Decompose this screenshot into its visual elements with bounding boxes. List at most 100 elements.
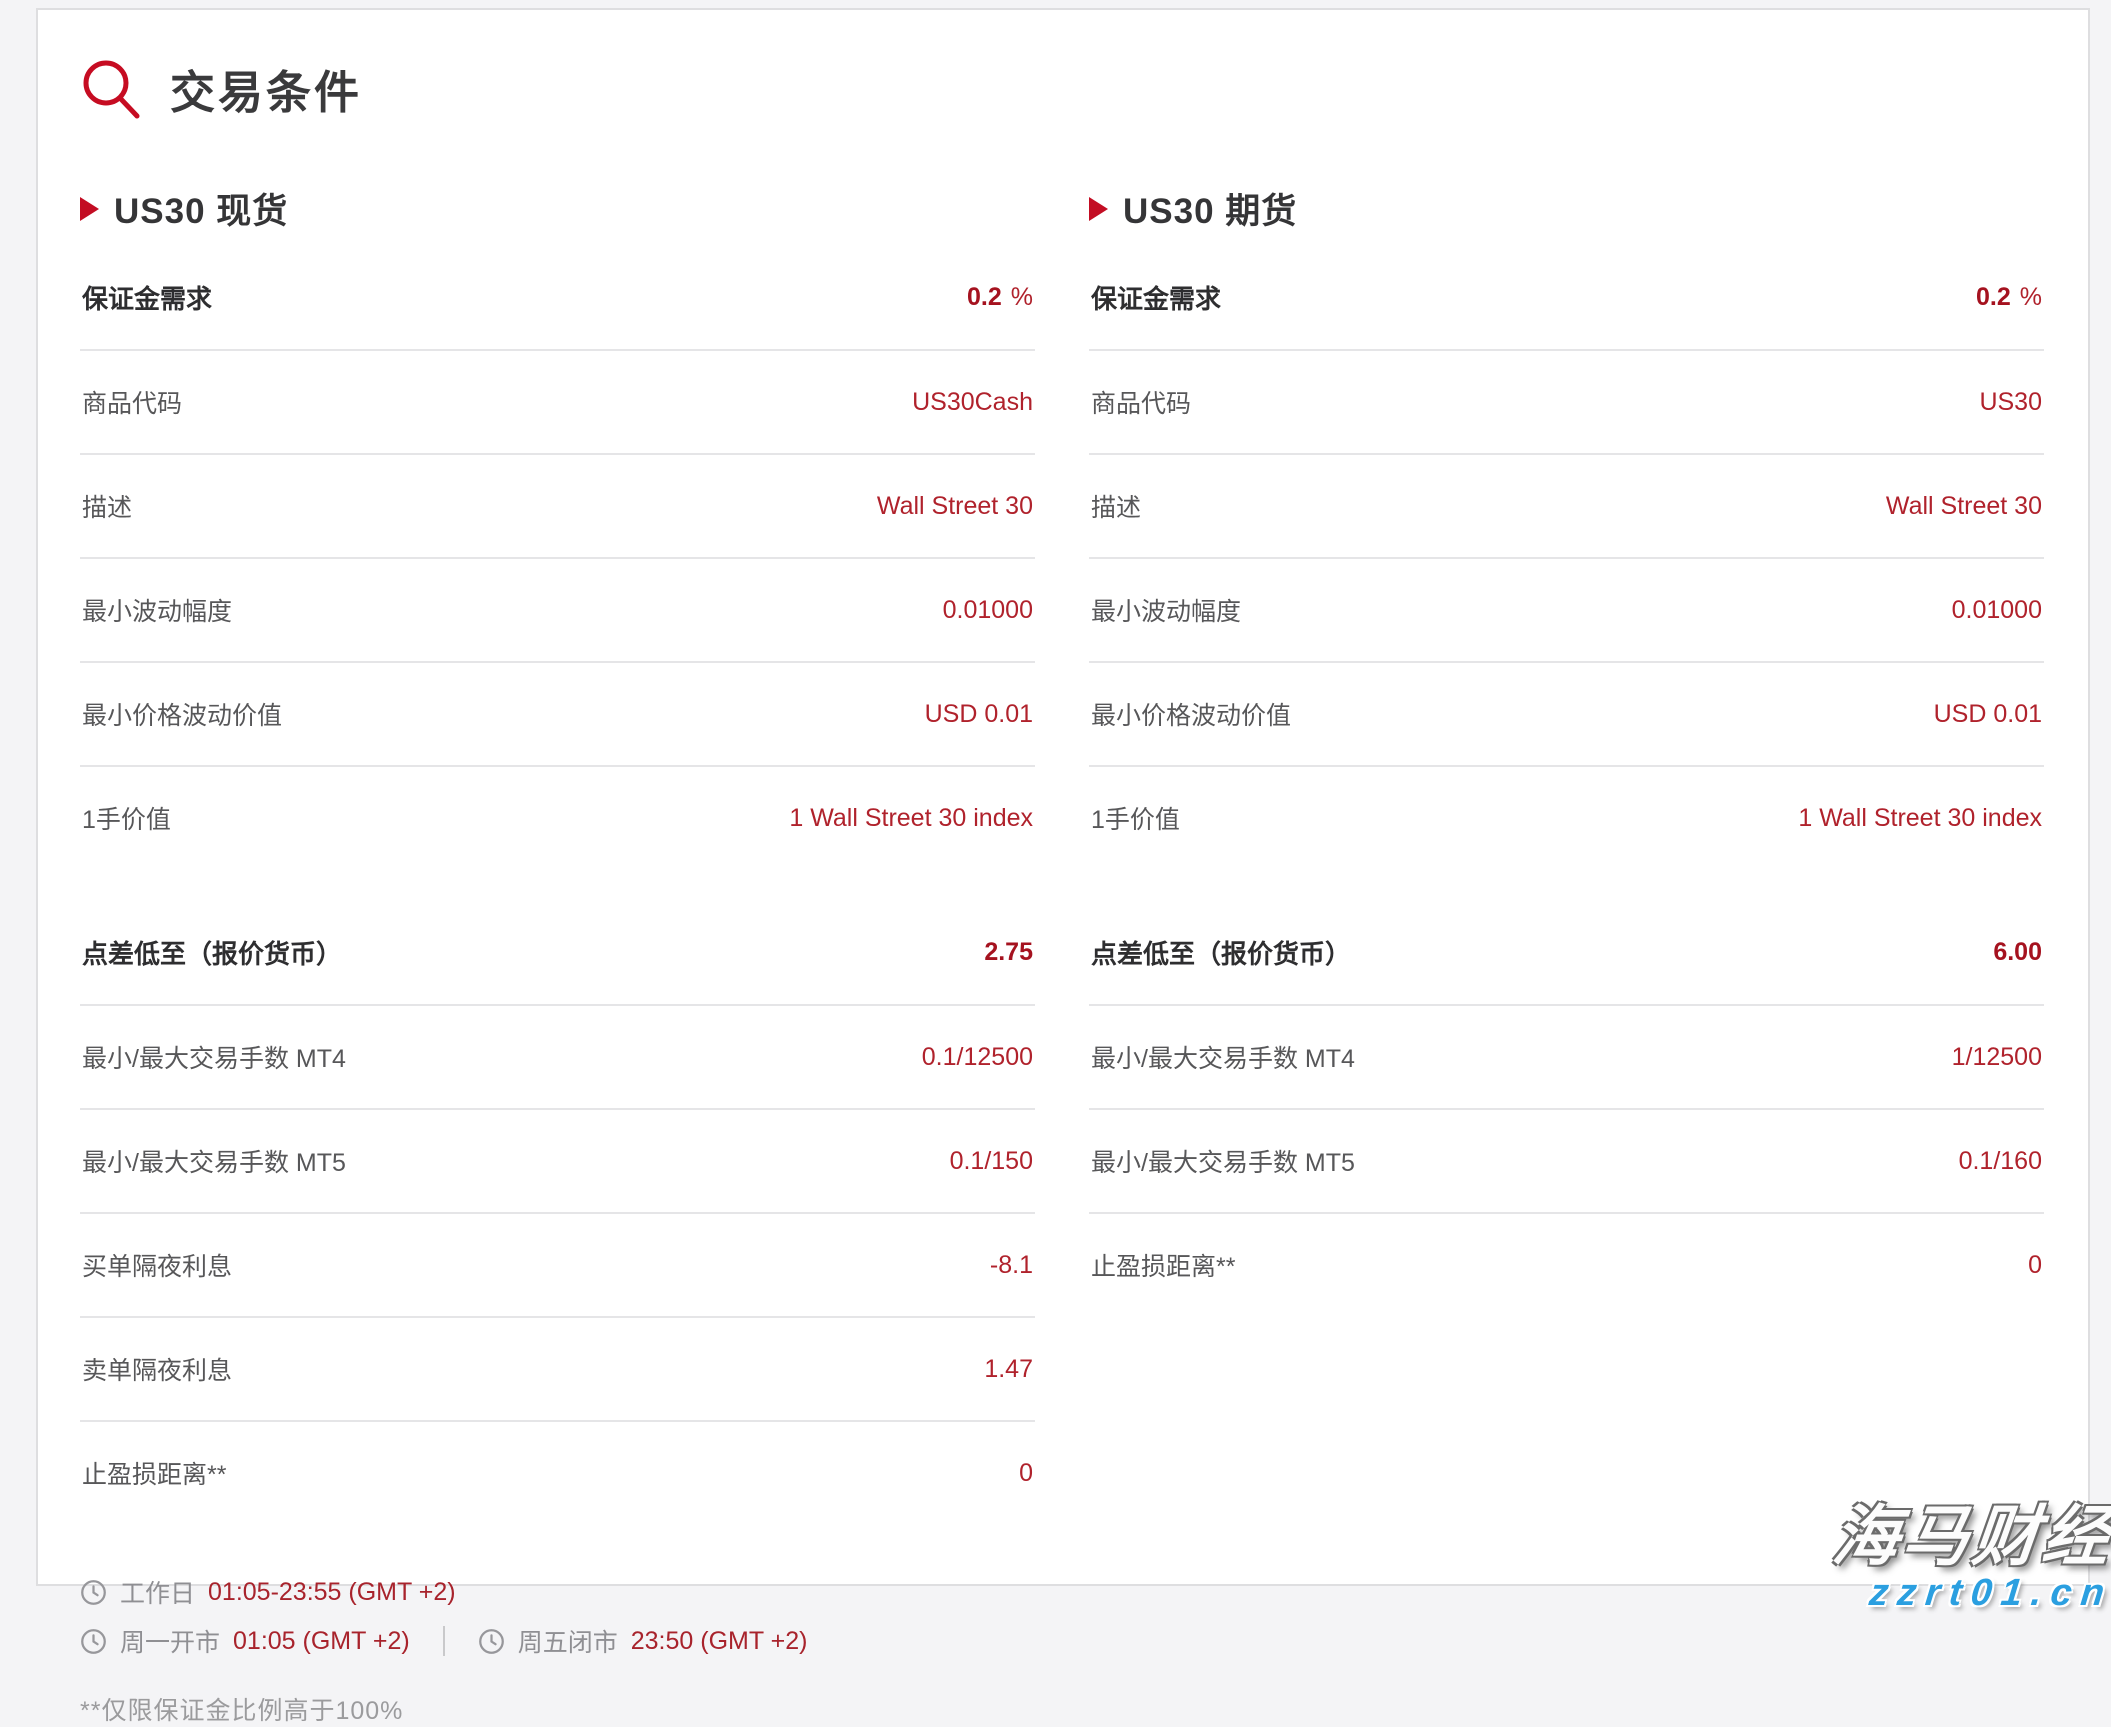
row-label: 点差低至（报价货币） [82, 934, 342, 971]
row-value: Wall Street 30 [877, 492, 1033, 521]
row-value: 0 [1019, 1459, 1033, 1488]
table-row: 买单隔夜利息 -8.1 [80, 1214, 1035, 1318]
row-value: 1 Wall Street 30 index [1798, 804, 2042, 833]
row-value-unit: % [2020, 283, 2042, 311]
row-value: 0.1/160 [1959, 1147, 2042, 1176]
section-header-spot: US30 现货 [80, 183, 1035, 234]
row-value: 0.1/150 [950, 1147, 1033, 1176]
table-row: 商品代码 US30Cash [80, 351, 1035, 455]
row-value: 0.01000 [943, 596, 1033, 625]
column-us30-spot: US30 现货 保证金需求 0.2% 商品代码 US30Cash 描述 Wall… [80, 173, 1035, 1524]
row-value: USD 0.01 [1934, 700, 2042, 729]
table-row: 1手价值 1 Wall Street 30 index [1089, 767, 2044, 869]
search-icon [80, 58, 142, 120]
row-label: 最小/最大交易手数 MT5 [1091, 1143, 1355, 1179]
section-title: US30 期货 [1123, 183, 1297, 234]
table-row: 保证金需求 0.2% [1089, 246, 2044, 351]
trading-hours-footer: 工作日 01:05-23:55 (GMT +2) 周一开市 01:05 (GMT… [80, 1574, 2044, 1727]
trading-conditions-card: 交易条件 US30 现货 保证金需求 0.2% 商品代码 US30Cash 描述 [36, 8, 2090, 1586]
conditions-columns: US30 现货 保证金需求 0.2% 商品代码 US30Cash 描述 Wall… [80, 173, 2044, 1524]
futures-group-1: 保证金需求 0.2% 商品代码 US30 描述 Wall Street 30 最… [1089, 246, 2044, 869]
page-header: 交易条件 [80, 56, 2044, 121]
row-label: 商品代码 [82, 384, 182, 420]
row-value: 1.47 [984, 1355, 1033, 1384]
row-label: 最小波动幅度 [82, 592, 232, 628]
table-row: 卖单隔夜利息 1.47 [80, 1318, 1035, 1422]
table-row: 最小价格波动价值 USD 0.01 [1089, 663, 2044, 767]
row-label: 最小波动幅度 [1091, 592, 1241, 628]
table-row: 最小/最大交易手数 MT5 0.1/160 [1089, 1110, 2044, 1214]
row-value: 0.1/12500 [922, 1043, 1033, 1072]
row-value: USD 0.01 [925, 700, 1033, 729]
triangle-right-icon [80, 197, 99, 221]
table-row: 描述 Wall Street 30 [80, 455, 1035, 559]
row-value: Wall Street 30 [1886, 492, 2042, 521]
row-value: 2.75 [984, 938, 1033, 967]
row-label: 1手价值 [1091, 800, 1180, 836]
row-value: 0.01000 [1952, 596, 2042, 625]
spot-group-2: 点差低至（报价货币） 2.75 最小/最大交易手数 MT4 0.1/12500 … [80, 901, 1035, 1524]
page-title: 交易条件 [170, 56, 362, 121]
row-value-unit: % [1011, 283, 1033, 311]
row-label: 点差低至（报价货币） [1091, 934, 1351, 971]
row-label: 最小/最大交易手数 MT4 [82, 1039, 346, 1075]
table-row: 最小波动幅度 0.01000 [1089, 559, 2044, 663]
row-label: 保证金需求 [82, 279, 212, 316]
row-value-number: 0.2 [967, 283, 1002, 311]
clock-icon [80, 1579, 107, 1606]
row-value: 0.2% [967, 283, 1033, 312]
table-row: 描述 Wall Street 30 [1089, 455, 2044, 559]
spot-group-1: 保证金需求 0.2% 商品代码 US30Cash 描述 Wall Street … [80, 246, 1035, 869]
monday-open-time: 01:05 (GMT +2) [233, 1627, 410, 1656]
section-header-futures: US30 期货 [1089, 183, 2044, 234]
table-row: 最小/最大交易手数 MT4 0.1/12500 [80, 1006, 1035, 1110]
monday-open-label: 周一开市 [120, 1623, 220, 1659]
vertical-divider [443, 1626, 445, 1656]
column-us30-futures: US30 期货 保证金需求 0.2% 商品代码 US30 描述 Wall Str… [1089, 173, 2044, 1524]
friday-close-label: 周五闭市 [518, 1623, 618, 1659]
futures-group-2: 点差低至（报价货币） 6.00 最小/最大交易手数 MT4 1/12500 最小… [1089, 901, 2044, 1316]
row-label: 止盈损距离** [82, 1455, 226, 1491]
triangle-right-icon [1089, 197, 1108, 221]
clock-icon [80, 1628, 107, 1655]
row-value: -8.1 [990, 1251, 1033, 1280]
table-row: 最小波动幅度 0.01000 [80, 559, 1035, 663]
table-row: 止盈损距离** 0 [80, 1422, 1035, 1524]
clock-icon [478, 1628, 505, 1655]
workday-time: 01:05-23:55 (GMT +2) [208, 1578, 456, 1607]
table-row: 止盈损距离** 0 [1089, 1214, 2044, 1316]
workday-label: 工作日 [120, 1574, 195, 1610]
row-value: 1 Wall Street 30 index [789, 804, 1033, 833]
workday-hours-line: 工作日 01:05-23:55 (GMT +2) [80, 1574, 2044, 1610]
row-label: 保证金需求 [1091, 279, 1221, 316]
table-row: 商品代码 US30 [1089, 351, 2044, 455]
row-value: 0.2% [1976, 283, 2042, 312]
row-value: 0 [2028, 1251, 2042, 1280]
table-row: 最小/最大交易手数 MT4 1/12500 [1089, 1006, 2044, 1110]
row-label: 最小/最大交易手数 MT5 [82, 1143, 346, 1179]
margin-ratio-note: **仅限保证金比例高于100% [80, 1691, 2044, 1727]
table-row: 最小/最大交易手数 MT5 0.1/150 [80, 1110, 1035, 1214]
row-label: 1手价值 [82, 800, 171, 836]
row-label: 描述 [82, 488, 132, 524]
row-label: 最小价格波动价值 [1091, 696, 1291, 732]
table-row: 1手价值 1 Wall Street 30 index [80, 767, 1035, 869]
section-title: US30 现货 [114, 183, 288, 234]
row-value: US30Cash [912, 388, 1033, 417]
row-value: US30 [1979, 388, 2042, 417]
row-value-number: 0.2 [1976, 283, 2011, 311]
row-label: 商品代码 [1091, 384, 1191, 420]
friday-close-time: 23:50 (GMT +2) [631, 1627, 808, 1656]
open-close-hours-line: 周一开市 01:05 (GMT +2) 周五闭市 23:50 (GMT +2) [80, 1623, 2044, 1659]
table-row: 保证金需求 0.2% [80, 246, 1035, 351]
row-label: 止盈损距离** [1091, 1247, 1235, 1283]
row-label: 最小价格波动价值 [82, 696, 282, 732]
table-row: 点差低至（报价货币） 6.00 [1089, 901, 2044, 1006]
table-row: 点差低至（报价货币） 2.75 [80, 901, 1035, 1006]
row-label: 买单隔夜利息 [82, 1247, 232, 1283]
row-value: 1/12500 [1952, 1043, 2042, 1072]
row-label: 卖单隔夜利息 [82, 1351, 232, 1387]
row-label: 描述 [1091, 488, 1141, 524]
row-label: 最小/最大交易手数 MT4 [1091, 1039, 1355, 1075]
table-row: 最小价格波动价值 USD 0.01 [80, 663, 1035, 767]
